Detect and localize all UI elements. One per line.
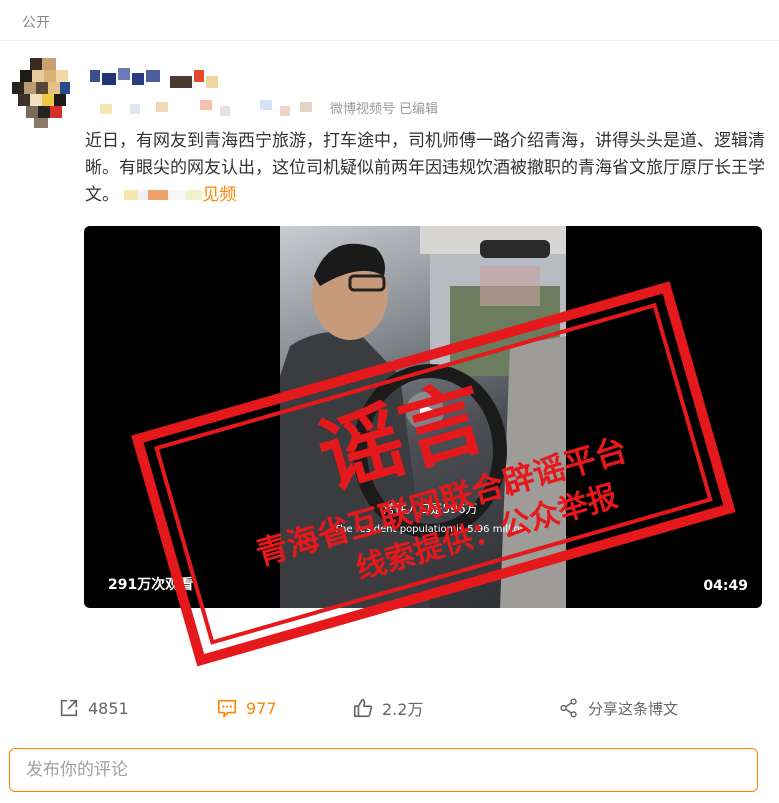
visibility-label: 公开 — [22, 15, 50, 31]
share-button[interactable]: 分享这条博文 — [558, 690, 678, 726]
video-link[interactable]: 见频 — [202, 185, 236, 205]
nickname-redacted[interactable] — [90, 68, 220, 90]
subtitle-en: The resident population is 5.96 million — [333, 524, 526, 535]
comment-count: 977 — [246, 698, 277, 718]
action-bar: 4851 977 2.2万 分享这条博文 — [0, 690, 779, 726]
view-count: 291万次观看 — [108, 577, 194, 593]
post-text: 近日，有网友到青海西宁旅游，打车途中，司机师傅一路介绍青海，讲得头头是道、逻辑清… — [85, 128, 765, 209]
subtitle-cn: 常住人口是596万 — [383, 502, 478, 516]
post-meta: 微博视频号 已编辑 — [90, 98, 490, 118]
share-label: 分享这条博文 — [588, 699, 679, 718]
like-count: 2.2万 — [382, 700, 424, 719]
video-duration: 04:49 — [703, 578, 748, 594]
comment-button[interactable]: 977 — [216, 690, 277, 726]
thumbs-up-icon — [353, 698, 373, 718]
comment-input[interactable] — [10, 749, 757, 791]
play-icon[interactable] — [405, 391, 445, 431]
share-icon — [560, 698, 577, 718]
comment-box[interactable] — [9, 748, 758, 792]
repost-button[interactable]: 4851 — [58, 690, 129, 726]
like-button[interactable]: 2.2万 — [352, 690, 423, 726]
post-source[interactable]: 微博视频号 已编辑 — [330, 98, 438, 117]
avatar[interactable] — [12, 58, 70, 128]
video-player[interactable]: 常住人口是596万 The resident population is 5.9… — [84, 226, 762, 608]
comment-icon — [217, 699, 237, 719]
post-header-bar: 公开 — [0, 0, 779, 41]
repost-icon — [60, 699, 78, 717]
repost-count: 4851 — [88, 698, 129, 718]
redacted-link[interactable] — [124, 182, 203, 209]
